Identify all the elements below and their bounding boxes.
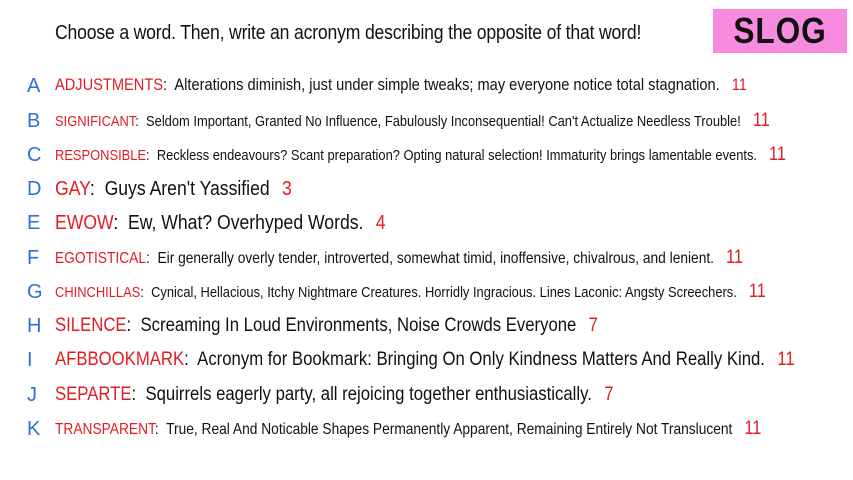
- item-count: 11: [752, 110, 770, 131]
- item-word: EGOTISTICAL: [55, 250, 146, 267]
- list-item: C RESPONSIBLE: Reckless endeavours? Scan…: [0, 145, 853, 167]
- item-content: GAY: Guys Aren't Yassified 3: [55, 178, 292, 200]
- item-definition: Squirrels eagerly party, all rejoicing t…: [145, 384, 592, 405]
- item-content: RESPONSIBLE: Reckless endeavours? Scant …: [55, 144, 786, 165]
- item-letter: I: [27, 349, 33, 371]
- item-word: TRANSPARENT: [55, 421, 155, 438]
- item-letter: K: [27, 418, 41, 440]
- item-count: 11: [777, 349, 795, 370]
- item-letter: E: [27, 212, 41, 234]
- item-count: 11: [744, 418, 762, 439]
- item-letter: F: [27, 247, 40, 269]
- list-item: H SILENCE: Screaming In Loud Environment…: [0, 316, 853, 340]
- item-content: EWOW: Ew, What? Overhyped Words. 4: [55, 212, 386, 234]
- item-content: SEPARTE: Squirrels eagerly party, all re…: [55, 384, 614, 405]
- slog-badge: SLOG: [713, 9, 847, 53]
- item-definition: Screaming In Loud Environments, Noise Cr…: [140, 315, 577, 336]
- item-letter: A: [27, 75, 41, 97]
- item-count: 7: [588, 315, 598, 336]
- item-count: 3: [281, 178, 292, 200]
- item-letter: C: [27, 144, 42, 166]
- item-count: 4: [375, 212, 386, 234]
- item-letter: B: [27, 110, 41, 132]
- item-content: AFBBOOKMARK: Acronym for Bookmark: Bring…: [55, 349, 795, 370]
- item-definition: True, Real And Noticable Shapes Permanen…: [166, 421, 733, 438]
- item-count: 11: [769, 144, 786, 165]
- list-item: F EGOTISTICAL: Eir generally overly tend…: [0, 248, 853, 270]
- slog-badge-label: SLOG: [733, 10, 827, 51]
- item-word: SILENCE: [55, 315, 127, 336]
- item-word: AFBBOOKMARK: [55, 349, 185, 370]
- item-letter: J: [27, 384, 37, 406]
- item-word: SEPARTE: [55, 384, 132, 405]
- list-item: D GAY: Guys Aren't Yassified 3: [0, 179, 853, 203]
- item-definition: Seldom Important, Granted No Influence, …: [146, 113, 741, 130]
- item-count: 11: [726, 247, 744, 268]
- item-definition: Alterations diminish, just under simple …: [174, 75, 720, 94]
- item-word: SIGNIFICANT: [55, 113, 136, 130]
- list-item: E EWOW: Ew, What? Overhyped Words. 4: [0, 213, 853, 237]
- list-item: I AFBBOOKMARK: Acronym for Bookmark: Bri…: [0, 350, 853, 374]
- item-count: 11: [748, 281, 766, 302]
- item-content: SIGNIFICANT: Seldom Important, Granted N…: [55, 110, 770, 131]
- item-word: RESPONSIBLE: [55, 147, 147, 164]
- item-content: ADJUSTMENTS: Alterations diminish, just …: [55, 75, 747, 94]
- item-word: GAY: [55, 178, 90, 200]
- item-count: 7: [604, 384, 614, 405]
- item-letter: G: [27, 281, 43, 303]
- list-item: K TRANSPARENT: True, Real And Noticable …: [0, 419, 853, 441]
- prompt-text: Choose a word. Then, write an acronym de…: [55, 22, 642, 44]
- item-letter: H: [27, 315, 42, 337]
- list-item: A ADJUSTMENTS: Alterations diminish, jus…: [0, 76, 853, 98]
- item-definition: Guys Aren't Yassified: [104, 178, 270, 200]
- list-item: G CHINCHILLAS: Cynical, Hellacious, Itch…: [0, 282, 853, 304]
- item-content: SILENCE: Screaming In Loud Environments,…: [55, 315, 598, 336]
- item-word: EWOW: [55, 212, 114, 234]
- item-definition: Cynical, Hellacious, Itchy Nightmare Cre…: [151, 284, 737, 301]
- list-item: B SIGNIFICANT: Seldom Important, Granted…: [0, 111, 853, 133]
- item-word: CHINCHILLAS: [55, 284, 141, 301]
- item-letter: D: [27, 178, 42, 200]
- item-definition: Reckless endeavours? Scant preparation? …: [156, 147, 757, 164]
- item-content: CHINCHILLAS: Cynical, Hellacious, Itchy …: [55, 281, 766, 302]
- item-definition: Ew, What? Overhyped Words.: [128, 212, 364, 234]
- item-content: EGOTISTICAL: Eir generally overly tender…: [55, 247, 744, 268]
- item-count: 11: [731, 75, 747, 94]
- item-content: TRANSPARENT: True, Real And Noticable Sh…: [55, 418, 762, 439]
- item-definition: Acronym for Bookmark: Bringing On Only K…: [197, 349, 765, 370]
- item-word: ADJUSTMENTS: [55, 75, 164, 94]
- list-item: J SEPARTE: Squirrels eagerly party, all …: [0, 385, 853, 409]
- item-definition: Eir generally overly tender, introverted…: [157, 250, 715, 267]
